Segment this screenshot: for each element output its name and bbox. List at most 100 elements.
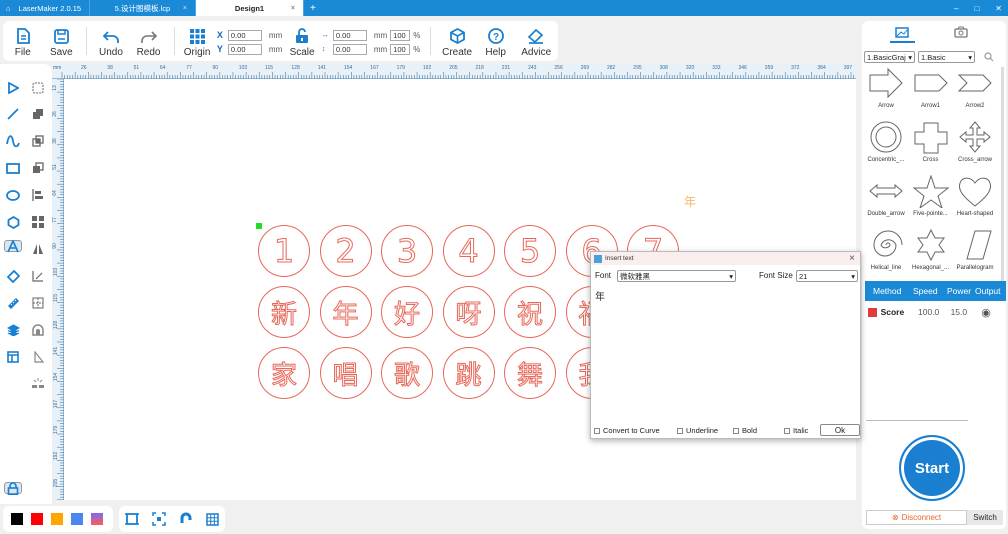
text-circle[interactable]: 2 bbox=[319, 225, 372, 277]
close-tab-icon[interactable]: × bbox=[183, 5, 187, 12]
polygon-tool[interactable] bbox=[4, 213, 22, 231]
close-window-button[interactable]: ✕ bbox=[995, 4, 1002, 13]
layer-row[interactable]: Score 100.0 15.0 ◉ bbox=[865, 301, 1006, 323]
shape-item[interactable]: Arrow1 bbox=[909, 67, 953, 109]
text-circle[interactable]: 舞 bbox=[504, 347, 556, 399]
shape-item[interactable]: Arrow2 bbox=[953, 67, 997, 109]
eraser-tool[interactable] bbox=[4, 267, 22, 285]
shape-item[interactable]: Arrow bbox=[864, 67, 908, 109]
underline-checkbox[interactable]: Underline bbox=[677, 426, 718, 435]
dialog-close-button[interactable]: × bbox=[849, 253, 855, 264]
text-circle[interactable]: 年 bbox=[319, 286, 372, 338]
layers-tool[interactable] bbox=[4, 321, 22, 339]
font-size-select[interactable]: 21 ▾ bbox=[796, 270, 858, 282]
bevel-tool[interactable] bbox=[29, 348, 47, 366]
italic-checkbox[interactable]: Italic bbox=[784, 426, 808, 435]
bold-checkbox[interactable]: Bold bbox=[733, 426, 757, 435]
scale-lock-button[interactable]: Scale bbox=[286, 21, 318, 61]
library-select[interactable]: 1.BasicGraj ▾ bbox=[864, 51, 915, 63]
text-circle[interactable]: 4 bbox=[442, 225, 495, 277]
fit-frame-icon[interactable] bbox=[125, 512, 140, 526]
align-tool[interactable] bbox=[29, 186, 47, 204]
eye-icon[interactable]: ◉ bbox=[977, 306, 1006, 319]
measure-tool[interactable] bbox=[4, 294, 22, 312]
create-button[interactable]: Create bbox=[437, 21, 477, 61]
shape-scrollbar[interactable] bbox=[1001, 67, 1004, 287]
graphics-tab[interactable] bbox=[895, 27, 909, 41]
font-select[interactable]: 微软雅黑 ▾ bbox=[617, 270, 736, 282]
shape-item[interactable]: Parallelogram bbox=[953, 229, 997, 271]
minimize-button[interactable]: – bbox=[954, 4, 958, 13]
ok-button[interactable]: Ok bbox=[820, 424, 860, 436]
line-tool[interactable] bbox=[4, 105, 22, 123]
close-tab-icon[interactable]: × bbox=[291, 5, 295, 12]
selection-handle[interactable] bbox=[256, 223, 262, 229]
text-circle[interactable]: 歌 bbox=[381, 347, 433, 399]
text-circle[interactable]: 好 bbox=[381, 286, 433, 338]
color-gradient[interactable] bbox=[91, 513, 103, 525]
shape-item[interactable]: Five-pointe... bbox=[909, 175, 953, 217]
search-icon[interactable] bbox=[984, 52, 994, 62]
width-input[interactable]: 0.00 bbox=[332, 29, 367, 41]
union-tool[interactable] bbox=[29, 105, 47, 123]
text-input-area[interactable]: 年 bbox=[595, 288, 857, 420]
grid-icon[interactable] bbox=[205, 512, 219, 526]
color-blue[interactable] bbox=[71, 513, 83, 525]
color-red[interactable] bbox=[31, 513, 43, 525]
split-tool[interactable] bbox=[29, 294, 47, 312]
node-edit-tool[interactable] bbox=[29, 79, 47, 97]
template-tool[interactable] bbox=[4, 348, 22, 366]
subtract-tool[interactable] bbox=[29, 159, 47, 177]
shape-item[interactable]: Heart-shaped bbox=[953, 175, 997, 217]
advice-button[interactable]: Advice bbox=[514, 21, 558, 61]
ellipse-tool[interactable] bbox=[4, 186, 22, 204]
color-orange[interactable] bbox=[51, 513, 63, 525]
convert-to-curve-checkbox[interactable]: Convert to Curve bbox=[594, 426, 660, 435]
mirror-tool[interactable] bbox=[29, 240, 47, 258]
camera-tab[interactable] bbox=[954, 26, 968, 41]
text-circle[interactable]: 3 bbox=[381, 225, 433, 277]
add-tab-button[interactable]: + bbox=[310, 3, 316, 14]
text-circle[interactable]: 新 bbox=[258, 286, 310, 338]
rectangle-tool[interactable] bbox=[4, 159, 22, 177]
text-tool[interactable] bbox=[4, 239, 22, 252]
shape-item[interactable]: Cross_arrow bbox=[953, 121, 997, 163]
height-percent-input[interactable]: 100 bbox=[390, 43, 411, 55]
tab-home[interactable]: ⌂ LaserMaker 2.0.15 bbox=[0, 0, 90, 16]
start-button[interactable]: Start bbox=[899, 435, 965, 501]
laser-tool[interactable] bbox=[29, 375, 47, 393]
origin-button[interactable]: Origin bbox=[181, 21, 213, 61]
shape-item[interactable]: Concentric_... bbox=[864, 121, 908, 163]
x-input[interactable]: 0.00 bbox=[227, 29, 262, 41]
intersect-tool[interactable] bbox=[29, 132, 47, 150]
angle-tool[interactable] bbox=[29, 267, 47, 285]
array-tool[interactable] bbox=[29, 213, 47, 231]
category-select[interactable]: 1.Basic ▾ bbox=[918, 51, 975, 63]
help-button[interactable]: ? Help bbox=[477, 21, 515, 61]
text-circle[interactable]: 呀 bbox=[442, 286, 495, 338]
offset-tool[interactable] bbox=[29, 321, 47, 339]
save-button[interactable]: Save bbox=[43, 21, 81, 61]
shape-item[interactable]: Double_arrow bbox=[864, 175, 908, 217]
shape-item[interactable]: Helical_line bbox=[864, 229, 908, 271]
tab-template-file[interactable]: 5.设计图模板.lcp × bbox=[90, 0, 196, 16]
focus-icon[interactable] bbox=[152, 512, 166, 526]
magnet-icon[interactable] bbox=[179, 512, 193, 526]
text-circle[interactable]: 5 bbox=[504, 225, 556, 277]
curve-tool[interactable] bbox=[4, 132, 22, 150]
height-input[interactable]: 0.00 bbox=[332, 43, 367, 55]
switch-button[interactable]: Switch bbox=[967, 510, 1003, 525]
text-circle[interactable]: 跳 bbox=[442, 347, 495, 399]
undo-button[interactable]: Undo bbox=[93, 21, 129, 61]
tab-design1[interactable]: Design1 × bbox=[196, 0, 304, 16]
disconnect-button[interactable]: ⊗ Disconnect bbox=[866, 510, 967, 525]
text-circle[interactable]: 1 bbox=[258, 225, 310, 277]
width-percent-input[interactable]: 100 bbox=[390, 29, 411, 41]
layer-color[interactable] bbox=[868, 307, 877, 317]
shape-item[interactable]: Cross bbox=[909, 121, 953, 163]
select-tool[interactable] bbox=[4, 79, 22, 97]
shape-item[interactable]: Hexagonal_... bbox=[909, 229, 953, 271]
text-preview[interactable]: 年 bbox=[684, 193, 696, 210]
color-black[interactable] bbox=[11, 513, 23, 525]
lock-button[interactable] bbox=[4, 481, 22, 495]
